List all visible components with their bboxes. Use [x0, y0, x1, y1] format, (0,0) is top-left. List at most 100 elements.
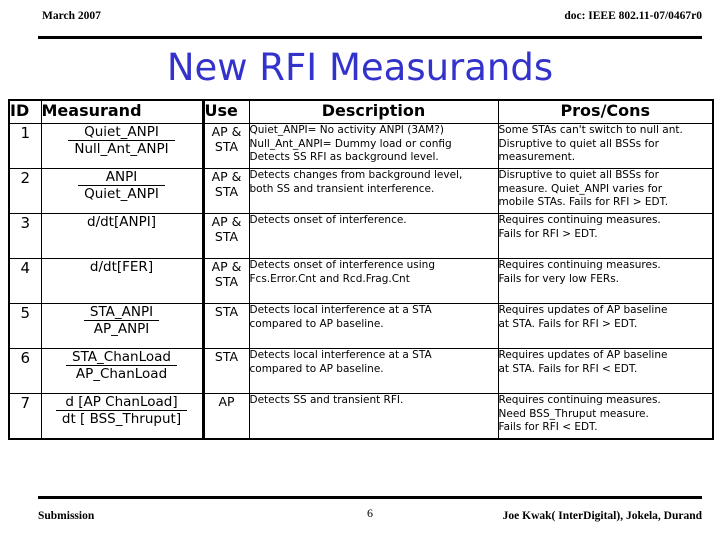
use-line: AP & — [211, 124, 242, 139]
cell-description: Detects onset of interference. — [248, 213, 499, 259]
cell-description: Detects changes from background level, bo… — [248, 168, 499, 214]
cell-pros-cons: Some STAs can't switch to null ant. Disru… — [497, 123, 714, 169]
cell-measurand: d/dt[ANPI] — [40, 213, 205, 259]
use-line: STA — [214, 349, 239, 364]
cell-measurand: Quiet_ANPI Null_Ant_ANPI — [40, 123, 205, 169]
description-line: compared to AP baseline. — [249, 317, 384, 330]
footer-divider — [38, 496, 702, 499]
measurand-fraction: STA_ANPI AP_ANPI — [83, 304, 160, 337]
fraction-numerator: STA_ANPI — [83, 304, 160, 321]
use-line: AP — [218, 394, 235, 409]
column-header-description: Description — [248, 99, 499, 124]
description-line: Detects local interference at a STA — [249, 349, 432, 361]
measurand-fraction: STA_ChanLoad AP_ChanLoad — [66, 349, 177, 382]
cell-use: STA — [202, 348, 250, 394]
description-line: Detects local interference at a STA — [249, 304, 432, 316]
use-line: AP & — [211, 169, 242, 184]
slide-footer: Submission 6 Joe Kwak( InterDigital), Jo… — [38, 506, 702, 526]
table-row: 1 Quiet_ANPI Null_Ant_ANPI AP & STA Quiet_ANP… — [8, 123, 714, 169]
cell-id: 2 — [8, 168, 42, 214]
measurand-fraction: Quiet_ANPI Null_Ant_ANPI — [68, 124, 175, 157]
pros-cons-line: at STA. Fails for RFI < EDT. — [498, 362, 638, 375]
measurands-table-container: ID Measurand Use Description Pros/Cons 1… — [8, 99, 714, 440]
measurand-expression: d/dt[ANPI] — [87, 214, 156, 230]
pros-cons-line: Need BSS_Thruput measure. — [498, 407, 649, 420]
pros-cons-line: Disruptive to quiet all BSSs for — [498, 137, 659, 150]
cell-measurand: d/dt[FER] — [40, 258, 205, 304]
table-header-row: ID Measurand Use Description Pros/Cons — [8, 99, 714, 124]
cell-id: 7 — [8, 393, 42, 439]
cell-id: 6 — [8, 348, 42, 394]
measurand-expression: d/dt[FER] — [89, 259, 154, 275]
cell-use: STA — [202, 303, 250, 349]
fraction-denominator: dt [ BSS_Thruput] — [61, 411, 182, 427]
pros-cons-line: measure. Quiet_ANPI varies for — [498, 182, 663, 195]
pros-cons-line: Requires continuing measures. — [498, 259, 661, 271]
description-line: Fcs.Error.Cnt and Rcd.Frag.Cnt — [249, 272, 410, 285]
description-line: both SS and transient interference. — [249, 182, 435, 195]
use-line: STA — [214, 304, 239, 319]
cell-use: AP & STA — [202, 258, 250, 304]
use-line: AP & — [211, 259, 242, 274]
use-line: STA — [214, 139, 239, 154]
cell-use: AP & STA — [202, 213, 250, 259]
column-header-pros-cons: Pros/Cons — [497, 99, 714, 124]
use-line: STA — [214, 229, 239, 244]
description-line: Detects onset of interference using — [249, 259, 436, 271]
description-line: Quiet_ANPI= No activity ANPI (3AM?) — [249, 124, 444, 136]
fraction-numerator: STA_ChanLoad — [66, 349, 177, 366]
cell-pros-cons: Requires continuing measures. Need BSS_Th… — [497, 393, 714, 439]
fraction-numerator: d [AP ChanLoad] — [55, 394, 188, 411]
fraction-denominator: AP_ANPI — [93, 321, 150, 337]
cell-description: Quiet_ANPI= No activity ANPI (3AM?) Null_… — [248, 123, 499, 169]
footer-authors: Joe Kwak( InterDigital), Jokela, Durand — [502, 510, 702, 522]
header-doc-id: doc: IEEE 802.11-07/0467r0 — [564, 10, 702, 22]
cell-id: 1 — [8, 123, 42, 169]
pros-cons-line: Requires updates of AP baseline — [498, 349, 668, 361]
table-row: 3 d/dt[ANPI] AP & STA Detects onset of inter… — [8, 213, 714, 259]
description-line: Detects onset of interference. — [249, 214, 407, 226]
pros-cons-line: Requires continuing measures. — [498, 214, 661, 226]
description-line: compared to AP baseline. — [249, 362, 384, 375]
cell-pros-cons: Requires updates of AP baseline at STA. F… — [497, 348, 714, 394]
use-line: AP & — [211, 214, 242, 229]
cell-measurand: ANPI Quiet_ANPI — [40, 168, 205, 214]
cell-pros-cons: Requires updates of AP baseline at STA. F… — [497, 303, 714, 349]
use-line: STA — [214, 184, 239, 199]
fraction-denominator: AP_ChanLoad — [75, 366, 168, 382]
column-header-use: Use — [202, 99, 250, 124]
header-date: March 2007 — [42, 10, 101, 22]
pros-cons-line: Disruptive to quiet all BSSs for — [498, 169, 659, 181]
table-row: 7 d [AP ChanLoad] dt [ BSS_Thruput] AP Detec… — [8, 393, 714, 439]
table-row: 4 d/dt[FER] AP & STA Detects onset of interf… — [8, 258, 714, 304]
fraction-denominator: Quiet_ANPI — [84, 186, 159, 202]
cell-use: AP & STA — [202, 168, 250, 214]
cell-id: 5 — [8, 303, 42, 349]
cell-measurand: d [AP ChanLoad] dt [ BSS_Thruput] — [40, 393, 205, 439]
cell-measurand: STA_ANPI AP_ANPI — [40, 303, 205, 349]
page-title: New RFI Measurands — [166, 46, 554, 89]
cell-measurand: STA_ChanLoad AP_ChanLoad — [40, 348, 205, 394]
column-header-measurand: Measurand — [40, 99, 205, 124]
cell-pros-cons: Disruptive to quiet all BSSs for measure.… — [497, 168, 714, 214]
pros-cons-line: mobile STAs. Fails for RFI > EDT. — [498, 196, 669, 208]
description-line: Detects SS RFI as background level. — [249, 151, 439, 163]
measurands-table: ID Measurand Use Description Pros/Cons 1… — [8, 99, 714, 440]
use-line: STA — [214, 274, 239, 289]
description-line: Detects SS and transient RFI. — [249, 394, 404, 406]
description-line: Detects changes from background level, — [249, 169, 463, 181]
table-body: 1 Quiet_ANPI Null_Ant_ANPI AP & STA Quiet_ANP… — [8, 123, 714, 439]
cell-use: AP — [202, 393, 250, 439]
pros-cons-line: Requires updates of AP baseline — [498, 304, 668, 316]
cell-use: AP & STA — [202, 123, 250, 169]
cell-description: Detects local interference at a STA compa… — [248, 303, 499, 349]
pros-cons-line: measurement. — [498, 151, 576, 163]
cell-description: Detects onset of interference using Fcs.E… — [248, 258, 499, 304]
cell-description: Detects local interference at a STA compa… — [248, 348, 499, 394]
pros-cons-line: Fails for RFI > EDT. — [498, 227, 598, 240]
description-line: Null_Ant_ANPI= Dummy load or config — [249, 137, 452, 150]
cell-description: Detects SS and transient RFI. — [248, 393, 499, 439]
cell-id: 3 — [8, 213, 42, 259]
table-row: 6 STA_ChanLoad AP_ChanLoad STA Detects local… — [8, 348, 714, 394]
table-row: 5 STA_ANPI AP_ANPI STA Detects local interfe… — [8, 303, 714, 349]
